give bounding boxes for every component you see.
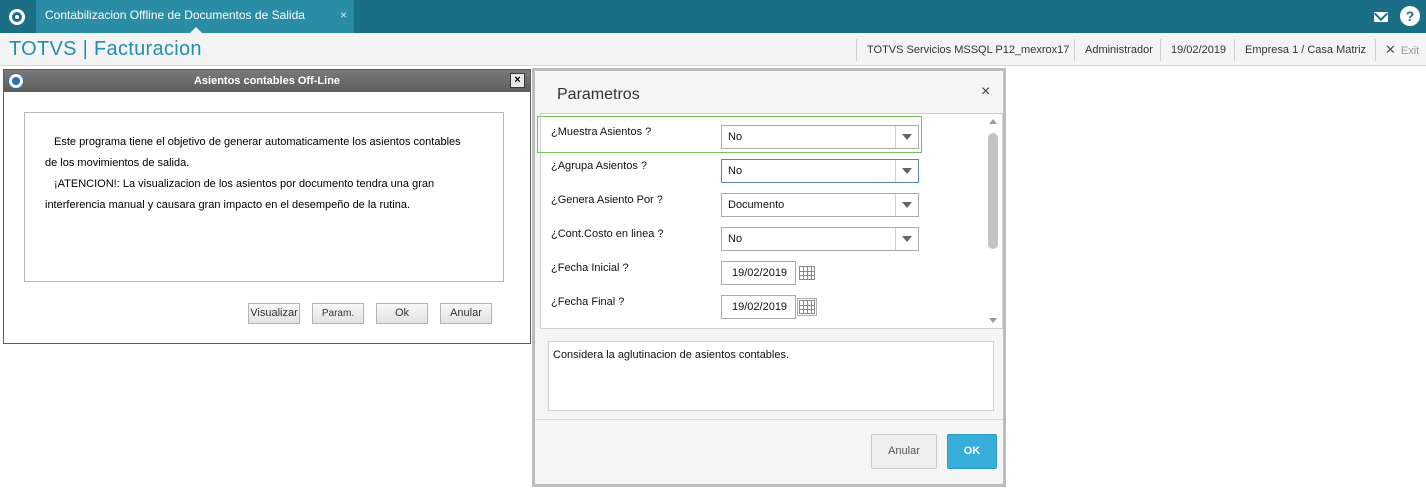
user-info: Administrador (1074, 39, 1153, 61)
description-line: Este programa tiene el objetivo de gener… (54, 136, 461, 148)
agrupa-asientos-select[interactable]: No (721, 159, 919, 183)
mail-icon[interactable] (1366, 0, 1396, 33)
dialog-title-bar: Asientos contables Off-Line (4, 70, 530, 92)
description-line: interferencia manual y causara gran impa… (45, 199, 411, 211)
param-label-fecha-final: ¿Fecha Final ? (551, 296, 625, 308)
app-header: TOTVS | Facturacion TOTVS Servicios MSSQ… (0, 33, 1426, 66)
calendar-icon[interactable] (799, 266, 815, 280)
select-value: Documento (728, 199, 785, 211)
exit-label: Exit (1400, 45, 1420, 57)
select-value: No (728, 165, 743, 177)
app-window-icon (8, 73, 24, 89)
close-icon[interactable]: × (981, 83, 990, 101)
genera-asiento-por-select[interactable]: Documento (721, 193, 919, 217)
environment-info: TOTVS Servicios MSSQL P12_mexrox17 (856, 39, 1069, 61)
date-info: 19/02/2019 (1160, 39, 1226, 61)
footer-divider (535, 419, 1003, 420)
param-button[interactable]: Param. (312, 303, 364, 324)
chevron-down-icon[interactable] (895, 194, 918, 216)
anular-button[interactable]: Anular (871, 434, 937, 469)
dialog-title: Asientos contables Off-Line (193, 75, 341, 87)
param-label-cont-costo: ¿Cont.Costo en linea ? (551, 228, 664, 240)
anular-button[interactable]: Anular (440, 303, 492, 324)
close-icon: ✕ (1385, 42, 1396, 57)
asientos-offline-dialog: Asientos contables Off-Line × Este progr… (3, 69, 531, 344)
calendar-icon[interactable] (797, 298, 817, 316)
ok-button[interactable]: Ok (376, 303, 428, 324)
parameters-panel: ¿Muestra Asientos ? No ¿Agrupa Asientos … (537, 113, 1003, 329)
vertical-scrollbar[interactable] (986, 116, 1000, 326)
description-line: de los movimientos de salida. (45, 157, 190, 169)
exit-button[interactable]: ✕ Exit (1375, 39, 1419, 61)
tab-close-icon[interactable]: × (340, 0, 347, 31)
param-label-genera-asiento-por: ¿Genera Asiento Por ? (551, 194, 663, 206)
parametros-dialog: Parametros × ¿Muestra Asientos ? No ¿Agr… (532, 68, 1006, 487)
app-brand-title: TOTVS | Facturacion (9, 38, 202, 60)
visualizar-button[interactable]: Visualizar (248, 303, 300, 324)
scroll-down-arrow-icon[interactable] (989, 318, 997, 323)
description-line: ¡ATENCION!: La visualizacion de los asie… (54, 178, 435, 190)
param-label-fecha-inicial: ¿Fecha Inicial ? (551, 262, 629, 274)
select-value: No (728, 131, 743, 143)
cont-costo-select[interactable]: No (721, 227, 919, 251)
ok-button[interactable]: OK (947, 434, 997, 469)
scroll-up-arrow-icon[interactable] (989, 119, 997, 124)
dialog-title: Parametros (557, 86, 640, 103)
parameter-help-text: Considera la aglutinacion de asientos co… (548, 341, 994, 411)
dialog-close-button[interactable]: × (510, 73, 525, 88)
scrollbar-thumb[interactable] (988, 133, 998, 249)
totvs-logo-icon[interactable] (0, 0, 34, 33)
select-value: No (728, 233, 743, 245)
description-box: Este programa tiene el objetivo de gener… (24, 112, 504, 282)
param-label-agrupa-asientos: ¿Agrupa Asientos ? (551, 160, 648, 172)
fecha-final-input[interactable]: 19/02/2019 (721, 295, 796, 319)
muestra-asientos-select[interactable]: No (721, 125, 919, 149)
chevron-down-icon[interactable] (895, 228, 918, 250)
param-label-muestra-asientos: ¿Muestra Asientos ? (551, 126, 652, 138)
top-tab-bar: Contabilizacion Offline de Documentos de… (0, 0, 1426, 53)
chevron-down-icon[interactable] (895, 126, 918, 148)
help-icon[interactable]: ? (1400, 6, 1420, 26)
company-info: Empresa 1 / Casa Matriz (1234, 39, 1366, 61)
chevron-down-icon[interactable] (895, 160, 918, 182)
fecha-inicial-input[interactable]: 19/02/2019 (721, 261, 796, 285)
